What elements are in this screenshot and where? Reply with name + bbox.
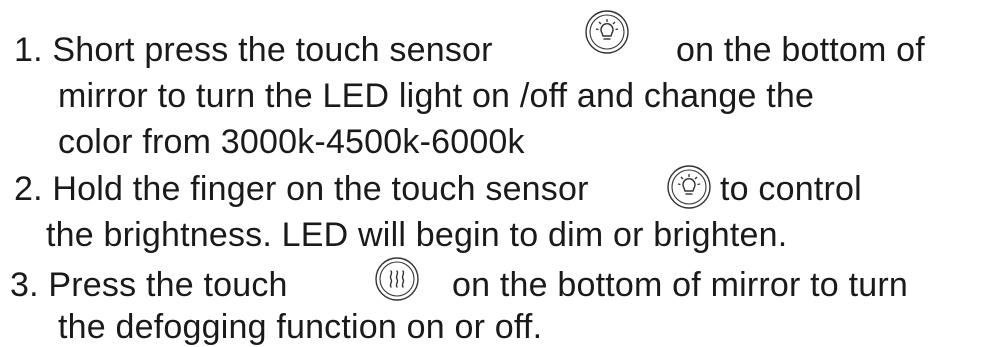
step3-text-part1: 3. Press the touch bbox=[10, 266, 288, 304]
light-bulb-icon bbox=[584, 9, 630, 55]
step1-text-line2: mirror to turn the LED light on /off and… bbox=[58, 77, 815, 115]
step1-text-part1: 1. Short press the touch sensor bbox=[14, 31, 493, 69]
step2-text-part2: to control bbox=[720, 170, 862, 208]
defog-heat-icon bbox=[374, 256, 420, 302]
step2-text-part1: 2. Hold the finger on the touch sensor bbox=[14, 170, 589, 208]
step3-text-part2: on the bottom of mirror to turn bbox=[452, 266, 908, 304]
light-bulb-icon bbox=[666, 164, 712, 210]
step1-text-part2: on the bottom of bbox=[676, 31, 925, 69]
step3-text-line2: the defogging function on or off. bbox=[58, 308, 543, 346]
step2-text-line2: the brightness. LED will begin to dim or… bbox=[46, 216, 788, 254]
step1-text-line3: color from 3000k-4500k-6000k bbox=[58, 123, 525, 161]
